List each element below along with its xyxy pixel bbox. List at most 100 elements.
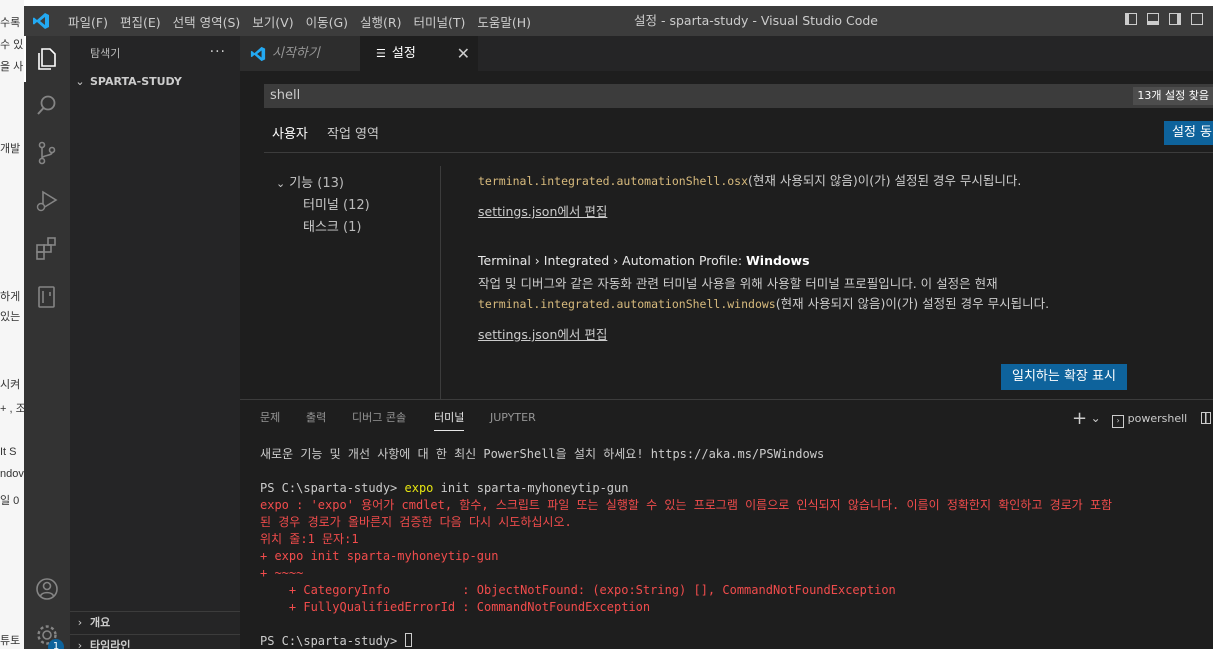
search-value: shell bbox=[270, 88, 301, 103]
explorer-activity[interactable] bbox=[24, 36, 70, 82]
toggle-panel-icon[interactable] bbox=[1147, 13, 1159, 25]
run-debug-activity[interactable] bbox=[24, 178, 70, 224]
tab-workspace[interactable]: 작업 영역 bbox=[327, 122, 379, 152]
chevron-down-icon[interactable]: ⌄ bbox=[1091, 411, 1101, 425]
toc-tasks[interactable]: 태스크 (1) bbox=[303, 217, 361, 239]
bg-text: 수록 bbox=[0, 17, 21, 29]
toc-terminal-label: 터미널 bbox=[303, 198, 339, 213]
timeline-section[interactable]: › 타임라인 bbox=[70, 634, 240, 649]
menu-terminal[interactable]: 터미널(T) bbox=[408, 12, 472, 31]
toc-terminal[interactable]: 터미널 (12) bbox=[303, 195, 370, 217]
toc-tasks-label: 태스크 bbox=[303, 220, 339, 235]
tab-user[interactable]: 사용자 bbox=[264, 122, 316, 153]
activity-bar: 1 bbox=[24, 36, 70, 649]
terminal-cursor bbox=[404, 633, 412, 647]
prompt: PS C:\sparta-study> bbox=[260, 481, 405, 495]
menu-bar: 파일(F) 편집(E) 선택 영역(S) 보기(V) 이동(G) 실행(R) 터… bbox=[62, 6, 537, 36]
terminal-error-line: expo : 'expo' 용어가 cmdlet, 함수, 스크립트 파일 또는… bbox=[260, 498, 1113, 512]
folder-section[interactable]: ⌄ SPARTA-STUDY bbox=[70, 71, 240, 93]
tab-welcome[interactable]: 시작하기 bbox=[240, 36, 360, 71]
extensions-activity[interactable] bbox=[24, 226, 70, 272]
extensions-icon bbox=[36, 237, 56, 260]
show-matching-extensions-button[interactable]: 일치하는 확장 표시 bbox=[1001, 364, 1127, 390]
menu-selection[interactable]: 선택 영역(S) bbox=[167, 12, 247, 31]
tab-settings-label: 설정 bbox=[391, 46, 416, 61]
prompt: PS C:\sparta-study> bbox=[260, 634, 405, 648]
terminal-output[interactable]: 새로운 기능 및 개선 사항에 대 한 최신 PowerShell을 설치 하세… bbox=[260, 444, 1210, 649]
terminal-shell-name[interactable]: powershell bbox=[1128, 412, 1188, 425]
accounts-activity[interactable] bbox=[24, 566, 70, 612]
bg-text: 수 있 bbox=[0, 39, 24, 51]
panel-tab-terminal[interactable]: 터미널 bbox=[434, 400, 465, 435]
terminal-prompt-line: PS C:\sparta-study> expo init sparta-myh… bbox=[260, 480, 628, 497]
manage-activity[interactable]: 1 bbox=[24, 612, 70, 649]
terminal-error-line: + FullyQualifiedErrorId : CommandNotFoun… bbox=[260, 600, 651, 614]
folder-name: SPARTA-STUDY bbox=[90, 75, 182, 88]
background-app: 수록 수 있 을 사 개발 하게 있는 시켜 + , 조 It S ndov 일… bbox=[0, 0, 24, 649]
scope-divider bbox=[264, 152, 1213, 153]
panel-tab-debug-console[interactable]: 디버그 콘솔 bbox=[352, 400, 406, 435]
bg-text: 튜토 bbox=[0, 635, 21, 647]
split-terminal-icon[interactable] bbox=[1200, 412, 1211, 424]
setting-title-path: Terminal › Integrated › Automation Profi… bbox=[478, 253, 747, 268]
remote-icon bbox=[38, 286, 55, 308]
menu-run[interactable]: 실행(R) bbox=[354, 12, 407, 31]
setting-description: 작업 및 디버그와 같은 자동화 관련 터미널 사용을 위해 사용할 터미널 프… bbox=[478, 276, 998, 291]
toggle-secondary-sidebar-icon[interactable] bbox=[1169, 13, 1181, 25]
bg-text: 개발 bbox=[0, 143, 21, 155]
toc-features[interactable]: ⌄ 기능 (13) bbox=[276, 173, 344, 195]
outline-label: 개요 bbox=[90, 616, 111, 629]
menu-edit[interactable]: 편집(E) bbox=[114, 12, 167, 31]
chevron-right-icon: › bbox=[77, 639, 83, 649]
chevron-down-icon: ⌄ bbox=[276, 177, 286, 190]
new-terminal-icon[interactable]: + bbox=[1072, 408, 1087, 429]
editor-tabs: 시작하기 ☰ 설정 ✕ bbox=[240, 36, 1213, 71]
edit-in-settings-json-link[interactable]: settings.json에서 편집 bbox=[478, 201, 607, 220]
toc-tasks-count: (1) bbox=[343, 220, 362, 235]
osx-setting-id[interactable]: terminal.integrated.automationShell.osx bbox=[478, 174, 748, 188]
bg-text: It S bbox=[0, 446, 17, 458]
panel-tab-output[interactable]: 출력 bbox=[306, 400, 326, 435]
search-icon bbox=[37, 95, 56, 115]
toggle-sidebar-icon[interactable] bbox=[1125, 13, 1137, 25]
source-control-activity[interactable] bbox=[24, 130, 70, 176]
layout-controls bbox=[1125, 13, 1203, 25]
vscode-tab-icon bbox=[250, 46, 266, 61]
more-actions-icon[interactable]: ··· bbox=[210, 36, 226, 71]
menu-help[interactable]: 도움말(H) bbox=[471, 12, 537, 31]
setting-title-name: Windows bbox=[746, 253, 810, 268]
settings-list: terminal.integrated.automationShell.osx (… bbox=[440, 166, 1213, 399]
terminal-error-line: + ~~~~ bbox=[260, 566, 304, 580]
menu-go[interactable]: 이동(G) bbox=[300, 12, 354, 31]
menu-file[interactable]: 파일(F) bbox=[62, 12, 114, 31]
bottom-panel: 문제 출력 디버그 콘솔 터미널 JUPYTER + ⌄ › powershel… bbox=[240, 399, 1213, 649]
panel-tab-problems[interactable]: 문제 bbox=[260, 400, 280, 435]
content-border bbox=[440, 166, 441, 399]
edit-in-settings-json-link[interactable]: settings.json에서 편집 bbox=[478, 324, 607, 343]
settings-sync-button[interactable]: 설정 동기화 bbox=[1164, 121, 1213, 145]
toc-features-count: (13) bbox=[317, 176, 344, 191]
setting-title: Terminal › Integrated › Automation Profi… bbox=[478, 253, 810, 268]
bg-text: ndov bbox=[0, 468, 24, 480]
settings-search-input[interactable]: shell 13개 설정 찾음 bbox=[264, 84, 1213, 108]
bg-text: 일 0 bbox=[0, 495, 20, 507]
close-icon[interactable]: ✕ bbox=[457, 36, 470, 71]
panel-tab-jupyter[interactable]: JUPYTER bbox=[490, 400, 536, 435]
explorer-sidebar: 탐색기 ··· ⌄ SPARTA-STUDY › 개요 › 타임라인 bbox=[70, 36, 240, 649]
bg-text: + , 조 bbox=[0, 403, 24, 415]
windows-setting-id[interactable]: terminal.integrated.automationShell.wind… bbox=[478, 297, 776, 311]
menu-view[interactable]: 보기(V) bbox=[246, 12, 299, 31]
tab-welcome-label: 시작하기 bbox=[272, 46, 320, 61]
remote-explorer-activity[interactable] bbox=[24, 274, 70, 320]
terminal-error-line: + CategoryInfo : ObjectNotFound: (expo:S… bbox=[260, 583, 896, 597]
customize-layout-icon[interactable] bbox=[1191, 13, 1203, 25]
tab-settings[interactable]: ☰ 설정 ✕ bbox=[360, 36, 478, 71]
outline-section[interactable]: › 개요 bbox=[70, 611, 240, 634]
chevron-right-icon: › bbox=[77, 616, 83, 629]
windows-suffix: (현재 사용되지 않음)이(가) 설정된 경우 무시됩니다. bbox=[775, 296, 1050, 311]
timeline-label: 타임라인 bbox=[90, 639, 131, 649]
terminal-icon: › bbox=[1112, 415, 1125, 428]
terminal-error-line: 위치 줄:1 문자:1 bbox=[260, 532, 359, 546]
window-title: 설정 - sparta-study - Visual Studio Code bbox=[634, 13, 878, 28]
search-activity[interactable] bbox=[24, 82, 70, 128]
